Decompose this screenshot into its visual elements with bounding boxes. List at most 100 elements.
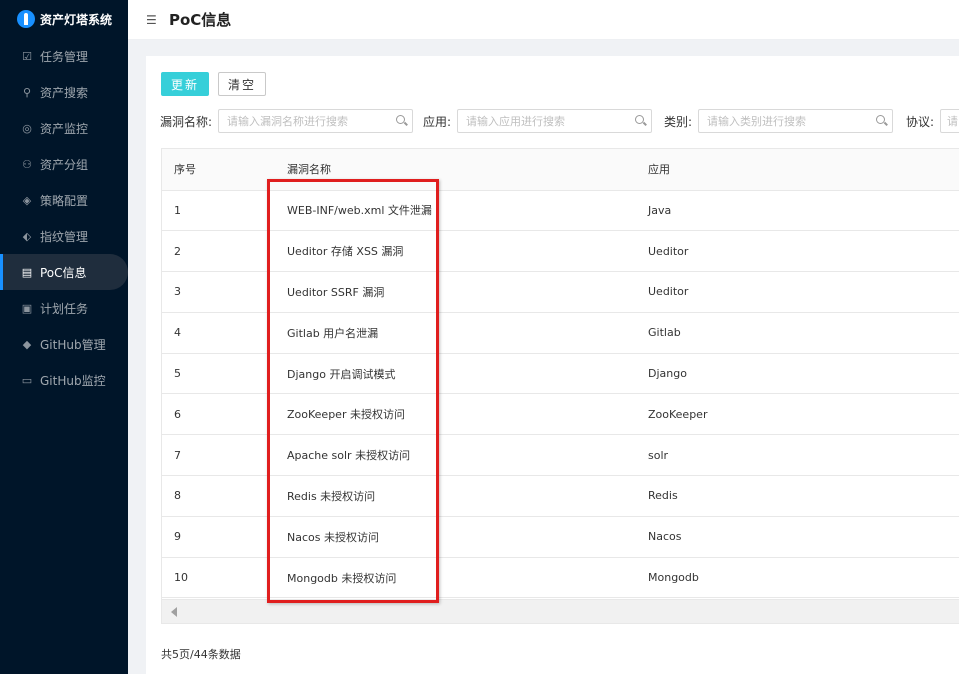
category-label: 类别: xyxy=(664,114,693,129)
clipboard-icon: ☑ xyxy=(22,49,32,63)
search-icon[interactable] xyxy=(635,115,645,124)
app-box xyxy=(457,109,653,133)
table-row[interactable]: 3 Ueditor SSRF 漏洞 Ueditor xyxy=(162,271,959,313)
screen-icon: ▭ xyxy=(21,373,33,387)
horizontal-scrollbar[interactable] xyxy=(162,599,959,623)
table-row[interactable]: 2 Ueditor 存储 XSS 漏洞 Ueditor xyxy=(162,230,959,273)
diamond-icon: ◆ xyxy=(22,337,32,351)
sidebar-item-9[interactable]: ▭ GitHub监控 xyxy=(0,362,128,398)
sidebar-item-label: GitHub管理 xyxy=(40,337,106,352)
cell-index: 1 xyxy=(162,190,275,232)
table-header-row: 序号 漏洞名称 应用 xyxy=(162,149,959,191)
sidebar-item-label: 资产分组 xyxy=(40,157,89,172)
protocol-input[interactable] xyxy=(941,110,959,132)
app-logo[interactable]: 资产灯塔系统 xyxy=(0,0,128,38)
cell-index: 8 xyxy=(162,475,275,517)
table-row[interactable]: 6 ZooKeeper 未授权访问 ZooKeeper xyxy=(162,393,959,436)
sidebar-item-label: 计划任务 xyxy=(40,301,89,316)
sidebar-item-label: GitHub监控 xyxy=(40,373,106,388)
table-row[interactable]: 10 Mongodb 未授权访问 Mongodb xyxy=(162,557,959,599)
sidebar-item-7[interactable]: ▣ 计划任务 xyxy=(0,290,128,326)
table-row[interactable]: 8 Redis 未授权访问 Redis xyxy=(162,475,959,517)
protocol-filter: 协议: xyxy=(906,109,959,133)
menu-fold-icon[interactable]: ☰ xyxy=(146,13,158,27)
column-header-app[interactable]: 应用 xyxy=(636,149,959,191)
table-row[interactable]: 5 Django 开启调试模式 Django xyxy=(162,353,959,395)
update-button[interactable]: 更新 xyxy=(161,72,209,96)
cell-app: Redis xyxy=(636,475,959,517)
sidebar-item-0[interactable]: ☑ 任务管理 xyxy=(0,38,128,74)
cell-index: 3 xyxy=(162,271,275,313)
app-input[interactable] xyxy=(458,110,652,132)
poc-table: 序号 漏洞名称 应用 1 WEB-INF/web.xml 文件泄漏 Java 2 Ued… xyxy=(162,149,959,599)
cell-index: 6 xyxy=(162,393,275,436)
table-row[interactable]: 1 WEB-INF/web.xml 文件泄漏 Java xyxy=(162,190,959,232)
document-icon: ▤ xyxy=(21,265,33,279)
cell-app: ZooKeeper xyxy=(636,393,959,436)
category-input[interactable] xyxy=(699,110,893,132)
sidebar-menu: ☑ 任务管理 ⚲ 资产搜索 ◎ 资产监控 ⚇ 资产分组 ◈ 策略配置 ⬖ 指纹管理 ▤ PoC信息 ▣ 计划任… xyxy=(0,38,128,398)
search-icon: ⚲ xyxy=(22,85,32,99)
sidebar-item-5[interactable]: ⬖ 指纹管理 xyxy=(0,218,128,254)
sidebar-item-label: 资产搜索 xyxy=(40,85,89,100)
sidebar-item-label: 策略配置 xyxy=(40,193,89,208)
cell-vuln-name: WEB-INF/web.xml 文件泄漏 xyxy=(275,190,636,232)
tag-icon: ⬖ xyxy=(22,229,32,243)
vuln-name-filter: 漏洞名称: xyxy=(160,109,414,133)
cell-index: 9 xyxy=(162,516,275,558)
sidebar-item-4[interactable]: ◈ 策略配置 xyxy=(0,182,128,218)
cell-vuln-name: Ueditor 存储 XSS 漏洞 xyxy=(275,230,636,273)
org-chart-icon: ⚇ xyxy=(22,157,32,171)
vuln-name-label: 漏洞名称: xyxy=(160,114,213,129)
vuln-name-input[interactable] xyxy=(219,110,413,132)
column-header-index[interactable]: 序号 xyxy=(162,149,275,191)
sidebar-item-8[interactable]: ◆ GitHub管理 xyxy=(0,326,128,362)
protocol-label: 协议: xyxy=(906,114,935,129)
cell-index: 4 xyxy=(162,312,275,354)
table-row[interactable]: 7 Apache solr 未授权访问 solr xyxy=(162,434,959,477)
cell-vuln-name: Mongodb 未授权访问 xyxy=(275,557,636,599)
policy-icon: ◈ xyxy=(22,193,32,207)
app-filter: 应用: xyxy=(423,109,653,133)
poc-table-container: 序号 漏洞名称 应用 1 WEB-INF/web.xml 文件泄漏 Java 2 Ued… xyxy=(161,148,959,624)
sidebar: 资产灯塔系统 ☑ 任务管理 ⚲ 资产搜索 ◎ 资产监控 ⚇ 资产分组 ◈ 策略配置 ⬖ 指纹管理 ▤ Po… xyxy=(0,0,128,674)
cell-app: Java xyxy=(636,190,959,232)
cell-vuln-name: Redis 未授权访问 xyxy=(275,475,636,517)
sidebar-item-label: 指纹管理 xyxy=(40,229,89,244)
cell-vuln-name: Apache solr 未授权访问 xyxy=(275,434,636,477)
cell-vuln-name: Nacos 未授权访问 xyxy=(275,516,636,558)
cell-vuln-name: ZooKeeper 未授权访问 xyxy=(275,393,636,436)
cell-index: 2 xyxy=(162,230,275,273)
cell-vuln-name: Gitlab 用户名泄漏 xyxy=(275,312,636,354)
sidebar-item-1[interactable]: ⚲ 资产搜索 xyxy=(0,74,128,110)
cell-app: Ueditor xyxy=(636,271,959,313)
search-icon[interactable] xyxy=(876,115,886,124)
scroll-left-arrow-icon[interactable] xyxy=(171,607,177,617)
cell-vuln-name: Django 开启调试模式 xyxy=(275,353,636,395)
page-title: PoC信息 xyxy=(169,11,232,29)
cell-app: Nacos xyxy=(636,516,959,558)
table-row[interactable]: 4 Gitlab 用户名泄漏 Gitlab xyxy=(162,312,959,354)
cell-app: Ueditor xyxy=(636,230,959,273)
main-content: 更新 清空 漏洞名称: 应用: 类别: 协议: xyxy=(146,56,959,674)
column-header-vuln-name[interactable]: 漏洞名称 xyxy=(275,149,636,191)
category-box xyxy=(698,109,894,133)
cell-app: solr xyxy=(636,434,959,477)
protocol-box xyxy=(940,109,959,133)
cell-index: 5 xyxy=(162,353,275,395)
sidebar-item-label: 任务管理 xyxy=(40,49,89,64)
schedule-icon: ▣ xyxy=(21,301,33,315)
table-row[interactable]: 9 Nacos 未授权访问 Nacos xyxy=(162,516,959,558)
cell-app: Gitlab xyxy=(636,312,959,354)
app-label: 应用: xyxy=(423,114,452,129)
clear-button[interactable]: 清空 xyxy=(218,72,266,96)
pagination-summary: 共5页/44条数据 xyxy=(161,648,241,661)
monitor-icon: ◎ xyxy=(22,121,32,135)
cell-vuln-name: Ueditor SSRF 漏洞 xyxy=(275,271,636,313)
sidebar-item-6[interactable]: ▤ PoC信息 xyxy=(0,254,128,290)
top-header: ☰ PoC信息 xyxy=(128,0,959,40)
sidebar-item-3[interactable]: ⚇ 资产分组 xyxy=(0,146,128,182)
sidebar-item-2[interactable]: ◎ 资产监控 xyxy=(0,110,128,146)
cell-index: 10 xyxy=(162,557,275,599)
search-icon[interactable] xyxy=(396,115,406,124)
